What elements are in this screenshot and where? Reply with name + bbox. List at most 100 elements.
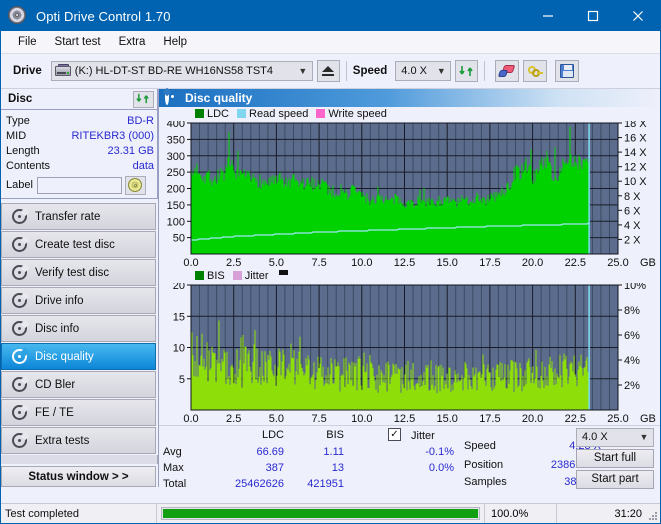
svg-text:25.0: 25.0 — [607, 413, 628, 425]
status-window-button[interactable]: Status window > > — [1, 466, 156, 487]
svg-text:12.5: 12.5 — [394, 413, 415, 425]
save-button[interactable] — [555, 60, 579, 82]
sidebar-item-label: Drive info — [35, 295, 84, 307]
svg-text:12 X: 12 X — [624, 161, 647, 173]
stats-ldc-total: 25462626 — [192, 478, 284, 490]
jitter-checkbox[interactable]: ✓ — [388, 428, 401, 441]
menu-item-help[interactable]: Help — [154, 34, 196, 50]
svg-text:8 X: 8 X — [624, 191, 641, 203]
sidebar-item-cd-bler[interactable]: CD Bler — [1, 371, 156, 398]
close-button[interactable] — [615, 1, 660, 31]
sidebar-item-disc-quality[interactable]: Disc quality — [1, 343, 156, 370]
main-content: Disc quality LDC Read speed Write sp — [158, 89, 660, 487]
legend-swatch-read-speed — [237, 109, 246, 118]
disc-row-length: Length 23.31 GB — [6, 143, 154, 158]
legend-item-ldc: LDC — [195, 108, 229, 120]
gear-icon — [165, 91, 179, 105]
samples-stat-label: Samples — [464, 476, 507, 488]
test-speed-select[interactable]: 4.0 X ▼ — [576, 428, 654, 447]
drive-select[interactable]: (K:) HL-DT-ST BD-RE WH16NS58 TST4 ▼ — [51, 61, 313, 81]
svg-text:14 X: 14 X — [624, 147, 647, 159]
sidebar-item-drive-info[interactable]: Drive info — [1, 287, 156, 314]
resize-grip[interactable] — [648, 504, 660, 523]
save-icon — [560, 64, 574, 78]
gear-icon — [8, 349, 30, 364]
sidebar-spacer — [1, 455, 158, 464]
svg-text:GB: GB — [640, 413, 656, 425]
sidebar-item-create-test-disc[interactable]: Create test disc — [1, 231, 156, 258]
svg-text:12.5: 12.5 — [394, 257, 415, 269]
key-button[interactable] — [523, 60, 547, 82]
legend-label-ldc: LDC — [207, 108, 229, 120]
disc-label-input[interactable] — [37, 177, 122, 194]
chevron-down-icon: ▼ — [294, 66, 312, 76]
sidebar-item-extra-tests[interactable]: Extra tests — [1, 427, 156, 454]
speed-select-value: 4.0 X — [401, 65, 427, 77]
status-bar: Test completed 100.0% 31:20 — [1, 503, 660, 523]
sidebar-item-verify-test-disc[interactable]: Verify test disc — [1, 259, 156, 286]
disc-row-mid: MID RITEKBR3 (000) — [6, 128, 154, 143]
gear-icon — [8, 377, 30, 392]
disc-label-button[interactable] — [125, 176, 146, 195]
legend-label-read-speed: Read speed — [249, 108, 308, 120]
legend-item-jitter: Jitter — [233, 270, 269, 282]
disc-row-type: Type BD-R — [6, 113, 154, 128]
elapsed-time: 31:20 — [556, 504, 648, 523]
window-title: Opti Drive Control 1.70 — [36, 9, 171, 24]
stats-header-bis: BIS — [292, 429, 344, 441]
jitter-label: Jitter — [411, 430, 435, 442]
position-stat-label: Position — [464, 459, 503, 471]
svg-text:20: 20 — [173, 283, 185, 292]
bis-chart-legend: BIS Jitter — [159, 269, 660, 283]
sidebar-item-transfer-rate[interactable]: Transfer rate — [1, 203, 156, 230]
page-title: Disc quality — [185, 91, 252, 105]
legend-item-write-speed: Write speed — [316, 108, 387, 120]
svg-text:150: 150 — [167, 200, 185, 212]
sidebar-item-label: Verify test disc — [35, 267, 109, 279]
disc-panel-title: Disc — [8, 93, 32, 105]
eject-button[interactable] — [317, 60, 340, 82]
stats-bis-max: 13 — [292, 462, 344, 474]
svg-text:200: 200 — [167, 183, 185, 195]
menu-item-extra[interactable]: Extra — [110, 34, 155, 50]
disc-refresh-button[interactable] — [133, 91, 154, 108]
progress-percent: 100.0% — [484, 504, 556, 523]
disc-label-row: Label — [6, 175, 154, 195]
sidebar-item-disc-info[interactable]: Disc info — [1, 315, 156, 342]
minimize-button[interactable] — [525, 1, 570, 31]
menu-item-start-test[interactable]: Start test — [46, 34, 110, 50]
svg-text:5.0: 5.0 — [269, 413, 284, 425]
svg-text:350: 350 — [167, 134, 185, 146]
legend-label-jitter: Jitter — [245, 270, 269, 282]
disc-row-type-value: BD-R — [127, 115, 154, 127]
start-part-button[interactable]: Start part — [576, 470, 654, 489]
gear-icon — [8, 321, 30, 336]
svg-text:6%: 6% — [624, 330, 640, 342]
disc-label-key: Label — [6, 179, 33, 191]
stats-bis-avg: 1.11 — [292, 446, 344, 458]
erase-icon — [499, 65, 515, 78]
key-icon — [528, 65, 543, 78]
speed-select[interactable]: 4.0 X ▼ — [395, 61, 451, 81]
svg-text:4 X: 4 X — [624, 220, 641, 232]
svg-text:10 X: 10 X — [624, 176, 647, 188]
gear-icon — [8, 293, 30, 308]
stats-jitter-max: 0.0% — [364, 462, 454, 474]
eject-icon — [322, 66, 335, 77]
drive-select-value: (K:) HL-DT-ST BD-RE WH16NS58 TST4 — [75, 65, 273, 77]
menu-item-file[interactable]: File — [9, 34, 46, 50]
svg-text:8%: 8% — [624, 305, 640, 317]
svg-text:0.0: 0.0 — [183, 257, 198, 269]
refresh-button[interactable] — [455, 60, 478, 82]
erase-button[interactable] — [495, 60, 519, 82]
start-full-button[interactable]: Start full — [576, 449, 654, 468]
legend-item-bis: BIS — [195, 270, 225, 282]
svg-text:20.0: 20.0 — [522, 257, 543, 269]
svg-text:250: 250 — [167, 167, 185, 179]
maximize-button[interactable] — [570, 1, 615, 31]
progress-fill — [163, 509, 478, 518]
bis-chart: 201510510%8%6%4%2%0.02.55.07.510.012.515… — [159, 283, 660, 425]
disc-row-contents: Contents data — [6, 158, 154, 173]
sidebar-item-fe-te[interactable]: FE / TE — [1, 399, 156, 426]
gear-icon — [8, 209, 30, 224]
